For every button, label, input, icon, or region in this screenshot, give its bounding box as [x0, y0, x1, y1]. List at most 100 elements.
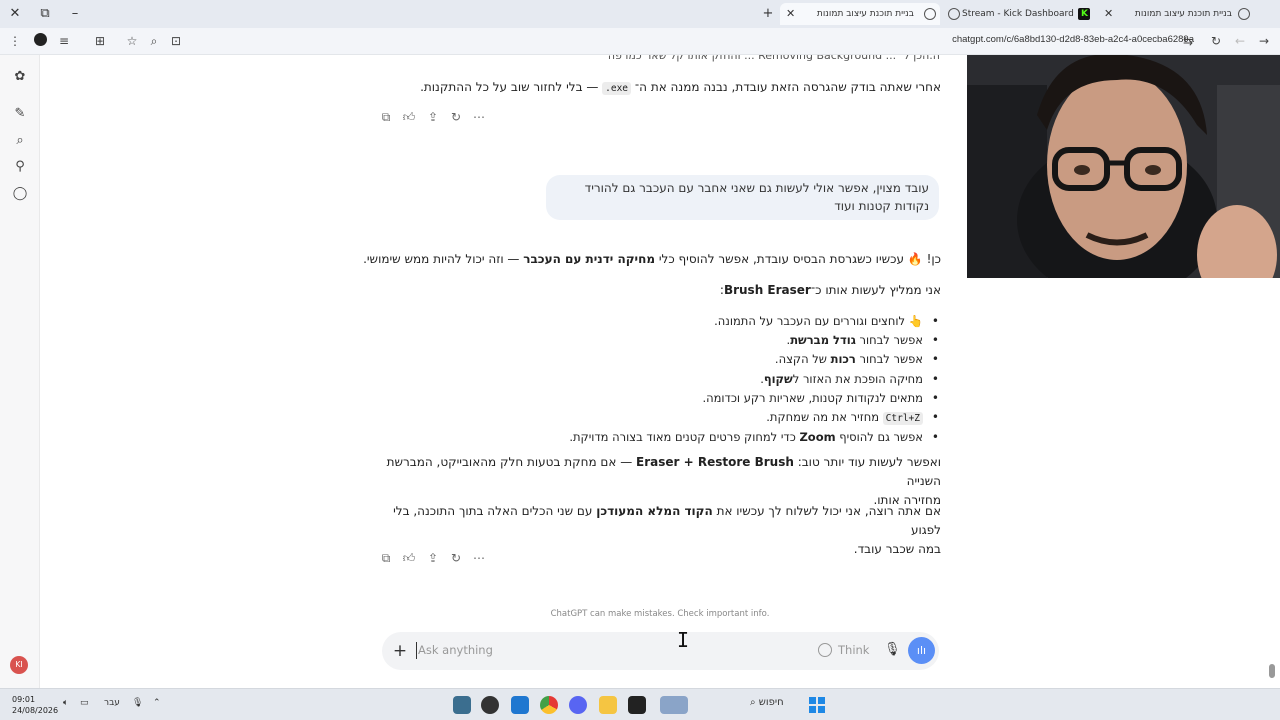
text-segment: מתאים לנקודות קטנות, שאריות רקע וכדומה. [702, 390, 923, 405]
prompt-input[interactable]: Ask anything [418, 643, 493, 657]
extensions-icon[interactable]: ⊞ [92, 33, 108, 49]
more-options-icon[interactable]: ⋯ [471, 109, 487, 125]
chevron-up-icon[interactable]: ⌃ [153, 698, 161, 708]
tab-kick-dashboard[interactable]: Stream - Kick Dashboard K [944, 3, 1094, 25]
bold-text: שקוף [763, 371, 793, 386]
back-icon[interactable]: → [1256, 33, 1272, 49]
openai-logo-icon[interactable]: ✿ [12, 69, 28, 85]
tab-chat-active[interactable]: ✕ בניית תוכנת עיצוב תמונות [780, 3, 940, 25]
bold-text: Zoom [799, 430, 836, 445]
tab-chat-second[interactable]: ✕ בניית תוכנת עיצוב תמונות [1100, 3, 1250, 25]
microphone-icon[interactable]: 🎙︎ [884, 642, 901, 660]
text-segment: אם אתה רוצה, אני יכול לשלוח לך עכשיו את [712, 504, 941, 518]
pin-icon[interactable]: ⚲ [12, 159, 28, 175]
taskbar-app-capcut-icon[interactable] [628, 696, 646, 714]
think-button[interactable]: Think [838, 643, 869, 657]
text-segment: אפשר גם להוסיף [835, 430, 923, 445]
text-segment: של הקצה. [774, 352, 831, 367]
list-item: אפשר לבחור רכות של הקצה. [347, 350, 947, 369]
new-chat-icon[interactable]: ✎ [12, 106, 28, 122]
voice-mode-button[interactable]: ılı [908, 637, 935, 664]
taskbar-app-obs-icon[interactable] [481, 696, 499, 714]
taskbar-app-discord-icon[interactable] [569, 696, 587, 714]
add-attachment-icon[interactable]: + [390, 641, 410, 661]
kick-favicon-icon: K [1078, 8, 1090, 20]
chatgpt-favicon-icon [924, 8, 936, 20]
user-message-line: נקודות קטנות ועוד [834, 199, 929, 213]
text-caret [416, 642, 417, 659]
taskbar-app-file-explorer-icon[interactable] [599, 696, 617, 714]
copy-icon[interactable]: ⧉ [378, 109, 394, 125]
taskbar-app-terminal-icon[interactable] [453, 696, 471, 714]
chat-sidebar-rail: ✿ ✎ ⌕ ⚲ ◯ KI [0, 55, 40, 688]
taskbar-app-vscode-icon[interactable] [511, 696, 529, 714]
minimize-window-icon[interactable]: – [65, 4, 85, 24]
inline-code: .exe [602, 82, 632, 95]
taskbar-app-widget-icon[interactable] [660, 696, 688, 714]
taskbar-search[interactable]: חיפוש ⌕ [750, 697, 784, 708]
scrollbar[interactable] [1269, 664, 1275, 678]
new-tab-icon[interactable]: + [758, 4, 778, 24]
user-avatar[interactable]: KI [10, 656, 28, 674]
search-icon[interactable]: ⌕ [12, 133, 28, 149]
text-segment: מחיקה הופכת את האזור ל [792, 371, 923, 386]
text-segment: אחרי שאתה בודק שהגרסה הזאת עובדת, נבנה מ… [631, 80, 941, 94]
text-segment: 👆 לוחצים וגוררים עם העכבר על התמונה. [714, 314, 923, 328]
close-window-icon[interactable]: ✕ [5, 4, 25, 24]
globe-favicon-icon [948, 8, 960, 20]
bold-text: רכות [830, 352, 856, 367]
text-segment: אני ממליץ לעשות אותו כ־ [810, 283, 941, 297]
menu-dots-icon[interactable]: ⋮ [7, 33, 23, 49]
tab-strip: ✕ ⧉ – + ✕ בניית תוכנת עיצוב תמונות Strea… [0, 0, 1280, 28]
taskbar-app-chrome-icon[interactable] [540, 696, 558, 714]
copy-icon[interactable]: ⧉ [378, 550, 394, 566]
message-actions: ⧉ 👍︎ ⇪ ↻ ⋯ [378, 109, 488, 125]
tab-close-icon[interactable]: ✕ [1104, 3, 1113, 25]
tab-title: Stream - Kick Dashboard [962, 9, 1074, 19]
profile-avatar-icon[interactable] [32, 33, 48, 49]
thumbs-up-icon[interactable]: 👍︎ [401, 550, 417, 566]
windows-start-icon[interactable] [809, 697, 825, 713]
network-icon[interactable]: ▭ [80, 698, 89, 708]
list-item: מתאים לנקודות קטנות, שאריות רקע וכדומה. [347, 389, 947, 408]
clock-date: 24/08/2026 [12, 706, 59, 715]
speaker-icon[interactable]: 🔈︎ [63, 698, 68, 708]
system-clock[interactable]: 09:01 24/08/2026 [12, 694, 58, 716]
thumbs-up-icon[interactable]: 👍︎ [401, 109, 417, 125]
reload-icon[interactable]: ↻ [1208, 33, 1224, 49]
microphone-tray-icon[interactable]: 🎙︎ [132, 698, 143, 708]
share-icon[interactable]: ⇪ [425, 550, 441, 566]
regenerate-icon[interactable]: ↻ [448, 550, 464, 566]
assistant-message-text: אחרי שאתה בודק שהגרסה הזאת עובדת, נבנה מ… [341, 78, 941, 98]
list-item: אפשר לבחור גודל מברשת. [347, 331, 947, 350]
webcam-overlay [967, 55, 1280, 278]
translate-icon[interactable]: ⊡ [168, 33, 184, 49]
share-icon[interactable]: ⇪ [425, 109, 441, 125]
forward-icon[interactable]: ← [1232, 33, 1248, 49]
list-item: אפשר גם להוסיף Zoom כדי למחוק פרטים קטני… [347, 428, 947, 447]
chat-bubble-icon[interactable]: ◯ [12, 186, 28, 202]
bold-text: Brush Eraser [723, 283, 811, 297]
text-segment: כדי למחוק פרטים קטנים מאוד בצורה מדויקת. [569, 430, 800, 445]
user-message-bubble: עובד מצוין, אפשר אולי לעשות גם שאני אחבר… [546, 175, 939, 220]
regenerate-icon[interactable]: ↻ [448, 109, 464, 125]
site-settings-icon[interactable]: ⇆ [1180, 33, 1196, 49]
reading-list-icon[interactable]: ≡ [56, 33, 72, 49]
language-indicator[interactable]: עבר [104, 698, 120, 708]
more-options-icon[interactable]: ⋯ [471, 550, 487, 566]
address-bar[interactable]: chatgpt.com/c/6a8bd130-d2d8-83eb-a2c4-a0… [952, 34, 1194, 45]
restore-window-icon[interactable]: ⧉ [35, 4, 55, 24]
tab-close-icon[interactable]: ✕ [786, 3, 795, 25]
bookmark-star-icon[interactable]: ☆ [124, 33, 140, 49]
user-message-line: עובד מצוין, אפשר אולי לעשות גם שאני אחבר… [584, 181, 929, 195]
text-segment: — וזה יכול להיות ממש שימושי. [363, 252, 524, 266]
assistant-paragraph: כן! 🔥 עכשיו כשגרסת הבסיס עובדת, אפשר להו… [341, 250, 941, 269]
tab-title: בניית תוכנת עיצוב תמונות [1134, 9, 1232, 19]
zoom-icon[interactable]: ⌕ [146, 33, 162, 49]
message-actions: ⧉ 👍︎ ⇪ ↻ ⋯ [378, 550, 488, 566]
tab-title: בניית תוכנת עיצוב תמונות [816, 9, 914, 19]
streamer-webcam-image [967, 55, 1280, 278]
text-cursor-icon: I [677, 628, 690, 652]
disclaimer-text: ChatGPT can make mistakes. Check importa… [550, 609, 770, 619]
inline-code: Ctrl+Z [882, 412, 923, 426]
